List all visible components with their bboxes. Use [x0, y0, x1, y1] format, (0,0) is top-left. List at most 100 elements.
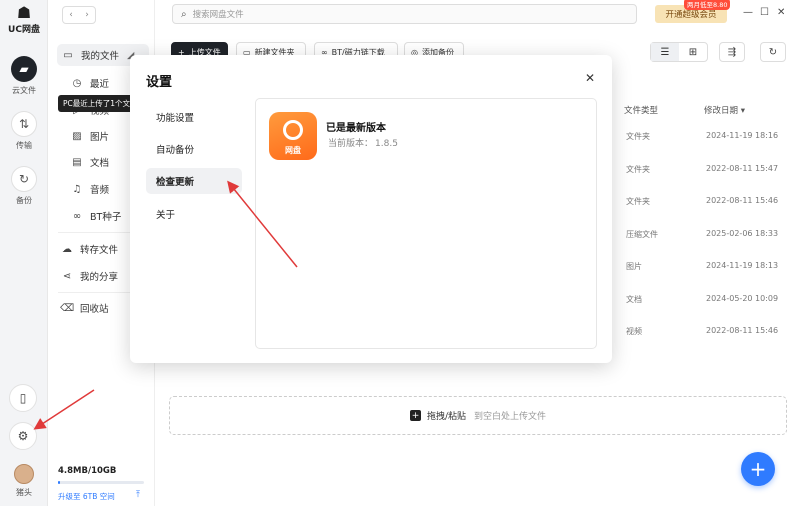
link-icon: ∞	[72, 210, 82, 222]
version-number: 1.8.5	[375, 139, 398, 149]
image-icon: ▨	[72, 130, 82, 142]
table-cell-date: 2022-08-11 15:46	[706, 326, 779, 335]
document-icon: ▤	[72, 156, 82, 168]
sidebar-item-image[interactable]: ▨ 图片	[70, 125, 109, 147]
settings-nav-check-update[interactable]: 检查更新	[146, 168, 242, 194]
settings-nav-about[interactable]: 关于	[146, 201, 242, 227]
current-version: 当前版本： 1.8.5	[326, 136, 398, 149]
sidebar-item-transfer-files[interactable]: ☁ 转存文件	[60, 238, 118, 260]
squirrel-icon	[283, 120, 303, 140]
forward-arrow-icon[interactable]: ›	[85, 10, 89, 20]
vip-badge: 两月低至8.80	[684, 0, 731, 10]
backup-icon: ↻	[11, 166, 37, 192]
cloud-transfer-icon: ☁	[62, 243, 72, 255]
dropzone-hint: 到空白处上传文件	[474, 412, 547, 422]
settings-nav-auto-backup[interactable]: 自动备份	[146, 136, 242, 162]
upload-icon[interactable]: ⤒	[136, 490, 140, 500]
storage-bar	[58, 481, 144, 484]
column-header-type[interactable]: 文件类型	[624, 104, 658, 116]
table-cell-date: 2022-08-11 15:46	[706, 196, 779, 205]
left-rail: ☗ UC网盘 ▰ 云文件 ⇅ 传输 ↻ 备份 ▯ ⚙ 猪头	[0, 0, 48, 506]
table-cell-date: 2022-08-11 15:47	[706, 164, 779, 173]
version-label: 当前版本：	[328, 139, 374, 149]
back-arrow-icon[interactable]: ‹	[69, 10, 73, 20]
headphones-icon: ♫	[72, 183, 82, 195]
modal-title: 设置	[146, 75, 173, 90]
user-name: 猪头	[16, 488, 32, 497]
table-cell-type: 文件夹	[626, 165, 650, 174]
sidebar-item-audio[interactable]: ♫ 音频	[70, 178, 110, 200]
rail-label: 传输	[16, 141, 32, 150]
app-logo: ☗ UC网盘	[0, 3, 48, 36]
sidebar-item-label: 文档	[90, 158, 110, 169]
clock-icon: ◷	[72, 77, 82, 89]
table-cell-type: 文档	[626, 295, 642, 304]
view-toggle: ☰ ⊞	[650, 42, 708, 62]
trash-icon: ⌫	[60, 302, 75, 314]
phone-icon[interactable]: ▯	[9, 384, 37, 412]
folder-icon: ▭	[63, 49, 73, 61]
refresh-icon[interactable]: ↻	[760, 42, 786, 62]
sidebar-item-my-share[interactable]: ⋖ 我的分享	[60, 265, 118, 287]
settings-modal: 设置 ✕ 功能设置 自动备份 检查更新 关于 网盘 已是最新版本 当前版本： 1.…	[130, 55, 612, 363]
table-cell-date: 2024-11-19 18:16	[706, 131, 779, 140]
folder-icon: ▰	[11, 56, 37, 82]
sidebar-item-label: 图片	[90, 132, 110, 143]
logo-text: UC网盘	[8, 25, 40, 35]
table-cell-type: 压缩文件	[626, 230, 658, 239]
update-status: 已是最新版本	[326, 123, 386, 134]
update-panel: 网盘 已是最新版本 当前版本： 1.8.5	[255, 98, 597, 349]
minimize-icon[interactable]: —	[743, 7, 753, 18]
search-icon: ⌕	[181, 8, 187, 20]
sidebar-item-label: 回收站	[80, 304, 109, 315]
sidebar-item-label: 我的分享	[80, 272, 119, 283]
sidebar-item-label: 转存文件	[80, 245, 119, 256]
avatar	[14, 464, 34, 484]
search-placeholder: 搜索网盘文件	[192, 10, 244, 20]
transfer-icon: ⇅	[11, 111, 37, 137]
rail-label: 云文件	[12, 86, 36, 95]
sidebar-item-label: BT种子	[90, 212, 122, 223]
sidebar-item-label: 最近	[90, 79, 110, 90]
table-cell-type: 文件夹	[626, 197, 650, 206]
sidebar-item-label: 我的文件	[81, 51, 120, 62]
share-icon: ⋖	[62, 270, 72, 282]
table-cell-type: 图片	[626, 262, 642, 271]
sort-desc-icon: ▾	[740, 106, 745, 116]
user-profile[interactable]: 猪头	[0, 464, 48, 498]
rail-item-cloud-files[interactable]: ▰ 云文件	[0, 56, 48, 96]
list-view-icon[interactable]: ☰	[651, 43, 679, 61]
settings-gear-icon[interactable]: ⚙	[9, 422, 37, 450]
rail-label: 备份	[16, 196, 32, 205]
table-cell-date: 2025-02-06 18:33	[706, 229, 779, 238]
sort-icon[interactable]: ⇶	[719, 42, 745, 62]
table-cell-type: 文件夹	[626, 132, 650, 141]
maximize-icon[interactable]: ☐	[760, 7, 769, 18]
sidebar-item-recent[interactable]: ◷ 最近	[70, 72, 109, 94]
upload-dropzone[interactable]: + 拖拽/粘贴 到空白处上传文件	[169, 396, 787, 435]
app-icon-label: 网盘	[285, 146, 301, 155]
storage-usage: 4.8MB/10GB	[58, 466, 117, 476]
dropzone-label: 拖拽/粘贴	[426, 412, 467, 422]
column-header-date[interactable]: 修改日期 ▾	[704, 104, 745, 116]
search-input[interactable]: ⌕ 搜索网盘文件	[172, 4, 637, 24]
plus-icon: +	[409, 410, 421, 421]
rail-item-transfer[interactable]: ⇅ 传输	[0, 111, 48, 151]
sidebar-item-doc[interactable]: ▤ 文档	[70, 151, 109, 173]
upgrade-link[interactable]: 升级至 6TB 空间	[58, 491, 115, 502]
table-cell-date: 2024-11-19 18:13	[706, 261, 779, 270]
sidebar-item-label: 音频	[90, 185, 110, 196]
grid-view-icon[interactable]: ⊞	[679, 43, 707, 61]
app-icon: 网盘	[269, 112, 317, 160]
add-fab-button[interactable]: +	[741, 452, 775, 486]
close-icon[interactable]: ✕	[585, 71, 595, 85]
column-header-date-label: 修改日期	[704, 106, 739, 116]
sidebar-item-bt[interactable]: ∞ BT种子	[70, 205, 122, 227]
settings-nav-features[interactable]: 功能设置	[146, 104, 242, 130]
rail-item-backup[interactable]: ↻ 备份	[0, 166, 48, 206]
sidebar-item-recycle[interactable]: ⌫ 回收站	[60, 297, 109, 319]
table-cell-type: 视频	[626, 327, 642, 336]
nav-arrows: ‹ ›	[62, 6, 96, 24]
close-window-icon[interactable]: ✕	[777, 7, 785, 18]
squirrel-logo-icon: ☗	[16, 3, 32, 22]
